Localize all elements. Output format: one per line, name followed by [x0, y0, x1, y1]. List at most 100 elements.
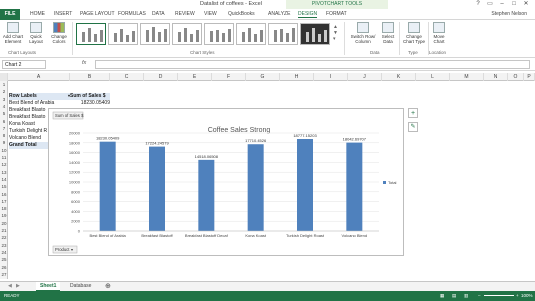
zoom-level[interactable]: 100% [521, 293, 533, 298]
formula-input[interactable] [95, 60, 530, 69]
row-header[interactable]: 13 [0, 169, 8, 176]
chart-style-5[interactable] [204, 23, 234, 45]
column-header[interactable]: I [314, 73, 348, 81]
tab-formulas[interactable]: FORMULAS [118, 11, 146, 17]
tab-quickbooks[interactable]: QuickBooks [228, 11, 255, 17]
pivot-row-label[interactable]: Breakfast Blasto [9, 107, 48, 114]
column-header[interactable]: M [450, 73, 484, 81]
row-header[interactable]: 24 [0, 249, 8, 256]
tab-analyze[interactable]: ANALYZE [268, 11, 290, 17]
row-header[interactable]: 21 [0, 227, 8, 234]
chart-style-2[interactable] [108, 23, 138, 45]
row-header[interactable]: 25 [0, 256, 8, 263]
name-box[interactable]: Chart 2 [2, 60, 46, 69]
column-header[interactable]: N [484, 73, 508, 81]
column-header[interactable]: H [280, 73, 314, 81]
minimize-button[interactable]: – [496, 0, 508, 9]
row-header[interactable]: 4 [0, 103, 8, 110]
row-header[interactable]: 16 [0, 191, 8, 198]
chart-elements-plus-icon[interactable]: + [408, 108, 418, 118]
column-header[interactable]: A [8, 73, 70, 81]
column-header[interactable]: F [212, 73, 246, 81]
chart-styles-scroll-icon[interactable]: ▲ ▼ ▾ [333, 24, 338, 42]
column-header[interactable]: O [508, 73, 524, 81]
chart-styles-brush-icon[interactable]: ✎ [408, 122, 418, 132]
user-name[interactable]: Stephen Nelson [491, 11, 527, 17]
tab-insert[interactable]: INSERT [54, 11, 72, 17]
tab-view[interactable]: VIEW [204, 11, 217, 17]
sheet-scroll-right-icon[interactable]: ▶ [12, 282, 24, 291]
column-header[interactable]: B [70, 73, 110, 81]
pivot-grand-total[interactable]: Grand Total [9, 142, 48, 149]
pivot-chart[interactable]: Sum of Sales $ Coffee Sales Strong 0 2000 40… [48, 108, 404, 256]
insert-function-icon[interactable]: fx [82, 60, 86, 66]
row-header[interactable]: 8 [0, 132, 8, 139]
help-button[interactable]: ? [472, 0, 484, 9]
row-header[interactable]: 15 [0, 183, 8, 190]
row-header[interactable]: 10 [0, 147, 8, 154]
select-all-corner[interactable] [0, 73, 8, 81]
chart-style-1[interactable] [76, 23, 106, 45]
row-header[interactable]: 23 [0, 242, 8, 249]
row-header[interactable]: 20 [0, 220, 8, 227]
pivot-row-label[interactable]: Best Blend of Arabia [9, 100, 70, 107]
chart-style-8[interactable] [300, 23, 330, 45]
select-data-button[interactable]: Select Data [379, 22, 397, 44]
row-header[interactable]: 18 [0, 205, 8, 212]
chart-style-6[interactable] [236, 23, 266, 45]
row-header[interactable]: 27 [0, 271, 8, 278]
switch-row-column-button[interactable]: Switch Row/ Column [350, 22, 376, 44]
row-header[interactable]: 11 [0, 154, 8, 161]
add-chart-element-button[interactable]: Add Chart Element [2, 22, 24, 44]
row-header[interactable]: 12 [0, 161, 8, 168]
sheet-tab-database[interactable]: Database [66, 282, 95, 291]
view-page-layout-icon[interactable]: ▤ [452, 293, 456, 299]
pivot-row-label[interactable]: Kona Koast [9, 121, 48, 128]
zoom-out-icon[interactable]: – [478, 293, 481, 298]
new-sheet-icon[interactable]: ⊕ [101, 282, 115, 291]
column-header[interactable]: J [348, 73, 382, 81]
pivot-sum-header[interactable]: Sum of Sales $ [70, 93, 110, 100]
row-header[interactable]: 26 [0, 264, 8, 271]
tab-home[interactable]: HOME [30, 11, 45, 17]
view-page-break-icon[interactable]: ▥ [464, 293, 468, 299]
row-header[interactable]: 6 [0, 118, 8, 125]
chart-style-4[interactable] [172, 23, 202, 45]
row-header[interactable]: 9 [0, 139, 8, 146]
move-chart-button[interactable]: Move Chart [431, 22, 447, 44]
row-header[interactable]: 1 [0, 81, 8, 88]
row-header[interactable]: 19 [0, 212, 8, 219]
row-header[interactable]: 5 [0, 110, 8, 117]
view-normal-icon[interactable]: ▦ [440, 293, 444, 299]
column-header[interactable]: L [416, 73, 450, 81]
column-header[interactable]: D [144, 73, 178, 81]
column-header[interactable]: E [178, 73, 212, 81]
column-header[interactable]: C [110, 73, 144, 81]
sheet-tab-sheet1[interactable]: Sheet1 [36, 282, 61, 291]
tab-page-layout[interactable]: PAGE LAYOUT [80, 11, 115, 17]
ribbon-display-button[interactable]: ▭ [484, 0, 496, 9]
row-header[interactable]: 7 [0, 125, 8, 132]
column-header[interactable]: G [246, 73, 280, 81]
column-header[interactable]: K [382, 73, 416, 81]
pivot-row-label[interactable]: Breakfast Blasto [9, 114, 48, 121]
column-header[interactable]: P [524, 73, 535, 81]
change-chart-type-button[interactable]: Change Chart Type [402, 22, 426, 44]
pivot-row-labels-header[interactable]: Row Labels ▾ [9, 93, 70, 100]
chart-style-3[interactable] [140, 23, 170, 45]
tab-format[interactable]: FORMAT [326, 11, 347, 17]
row-header[interactable]: 2 [0, 88, 8, 95]
pivot-row-value[interactable]: 18230.05409 [70, 100, 110, 107]
row-header[interactable]: 14 [0, 176, 8, 183]
quick-layout-button[interactable]: Quick Layout [26, 22, 46, 44]
tab-review[interactable]: REVIEW [175, 11, 195, 17]
zoom-slider[interactable] [484, 295, 514, 296]
row-header[interactable]: 3 [0, 96, 8, 103]
zoom-in-icon[interactable]: + [516, 293, 519, 298]
maximize-button[interactable]: □ [508, 0, 520, 9]
pivot-row-label[interactable]: Volcano Blend [9, 135, 48, 142]
tab-file[interactable]: FILE [0, 9, 20, 20]
change-colors-button[interactable]: Change Colors [49, 22, 69, 44]
pivot-row-label[interactable]: Turkish Delight R [9, 128, 48, 135]
tab-design[interactable]: DESIGN [298, 11, 318, 18]
